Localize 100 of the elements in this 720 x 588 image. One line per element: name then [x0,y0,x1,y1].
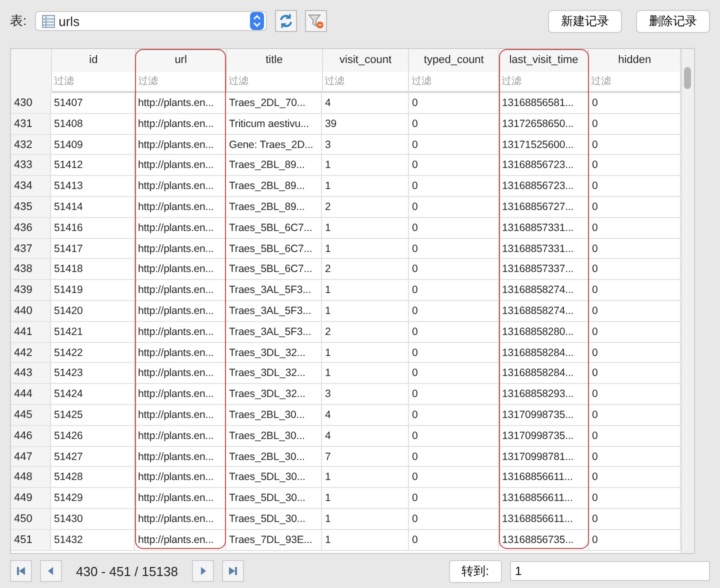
table-cell: 13168858280... [499,322,589,342]
delete-record-button[interactable]: 删除记录 [636,10,710,32]
row-number: 439 [11,280,51,300]
table-cell: Traes_3AL_5F3... [226,280,322,300]
table-cell: 0 [409,114,499,134]
scrollbar-thumb[interactable] [684,67,692,89]
refresh-icon [278,13,294,29]
row-number: 447 [11,446,51,466]
table-cell: 51421 [51,322,135,342]
table-cell: http://plants.en... [135,114,226,134]
table-cell: 51425 [51,404,135,425]
row-number: 445 [11,404,51,425]
table-cell: http://plants.en... [135,446,226,466]
table-cell: 0 [409,384,499,404]
row-number: 441 [11,322,51,342]
table-cell: 1 [322,176,409,196]
table-cell: 0 [409,259,499,280]
table-cell: 39 [322,114,409,134]
page-number-field[interactable]: 1 [510,561,710,581]
table-cell: http://plants.en... [135,300,226,321]
table-cell: 51419 [51,280,135,300]
table-cell: 2 [322,322,409,342]
table-cell: 13168858293... [499,384,589,404]
table-select[interactable]: urls [34,11,267,31]
table-cell: 51422 [51,342,135,362]
column-header[interactable]: id [52,49,136,72]
table-cell: Traes_5DL_30... [226,508,322,529]
column-header[interactable]: title [226,49,323,72]
table-cell: 13168856735... [499,530,589,550]
table-cell: 2 [322,259,409,280]
table-cell: http://plants.en... [135,218,226,238]
clear-filter-button[interactable] [304,10,327,32]
row-number: 451 [11,530,51,550]
table-cell: http://plants.en... [135,322,226,342]
table-cell: 0 [409,300,499,321]
next-page-button[interactable] [192,560,214,582]
row-number: 442 [11,342,51,362]
table-cell: Traes_7DL_93E... [226,530,322,550]
refresh-button[interactable] [274,10,297,32]
row-number: 436 [11,218,51,238]
table-cell: 13168856723... [499,155,589,176]
column-header[interactable]: url [136,49,227,72]
table-cell: 1 [322,363,409,384]
table-cell: 0 [409,530,499,550]
table-cell: 51426 [51,426,135,446]
column-header[interactable]: visit_count [322,49,410,72]
table-cell: http://plants.en... [135,363,226,384]
table-cell: Traes_3AL_5F3... [226,322,322,342]
new-record-button[interactable]: 新建记录 [548,10,622,32]
table-cell: 0 [409,196,499,217]
table-cell: 0 [409,342,499,362]
table-cell: 0 [409,508,499,529]
table-cell: 1 [322,218,409,238]
row-number: 434 [11,176,51,196]
table-cell: 13168858274... [499,280,589,300]
table-cell: http://plants.en... [135,384,226,404]
table-cell: 7 [322,446,409,466]
table-cell: 0 [409,363,499,384]
table-cell: 51407 [51,93,135,113]
table-cell: http://plants.en... [135,488,226,508]
column-header[interactable]: typed_count [409,49,500,72]
table-cell: 51429 [51,488,135,508]
table-cell: 13170998735... [499,426,589,446]
row-number: 437 [11,238,51,258]
table-cell: http://plants.en... [135,467,226,488]
table-cell: 1 [322,238,409,258]
table-cell: Traes_2DL_70... [226,93,322,113]
table-cell: 4 [322,404,409,425]
scrollbar[interactable] [681,49,694,553]
table-cell: 13168858284... [499,363,589,384]
table-cell: 13168858274... [499,300,589,321]
table-cell: 3 [322,384,409,404]
table-cell: 0 [409,93,499,113]
table-cell: 3 [322,134,409,154]
last-page-button[interactable] [222,560,244,582]
table-cell: http://plants.en... [135,530,226,550]
row-number: 438 [11,259,51,280]
table-cell: http://plants.en... [135,176,226,196]
table-cell: 0 [409,155,499,176]
table-cell: 13168857337... [499,259,589,280]
table-cell: 4 [322,426,409,446]
table-cell: 13168856723... [499,176,589,196]
table-cell: Traes_2BL_89... [226,155,322,176]
row-number: 449 [11,488,51,508]
table-cell: Triticum aestivu... [226,114,322,134]
table-cell: Traes_5DL_30... [226,488,322,508]
row-number: 444 [11,384,51,404]
table-cell: 1 [322,530,409,550]
table-cell: 4 [322,93,409,113]
previous-page-button[interactable] [40,560,62,582]
table-cell: 13168857331... [499,218,589,238]
table-cell: 51413 [51,176,135,196]
column-header[interactable]: hidden [589,49,682,72]
column-header[interactable]: last_visit_time [499,49,590,72]
table-cell: 1 [322,467,409,488]
goto-button[interactable]: 转到: [448,560,502,582]
first-page-button[interactable] [10,560,32,582]
table-cell: 13170998735... [499,404,589,425]
table-cell: 51412 [51,155,135,176]
row-number: 432 [11,134,51,154]
